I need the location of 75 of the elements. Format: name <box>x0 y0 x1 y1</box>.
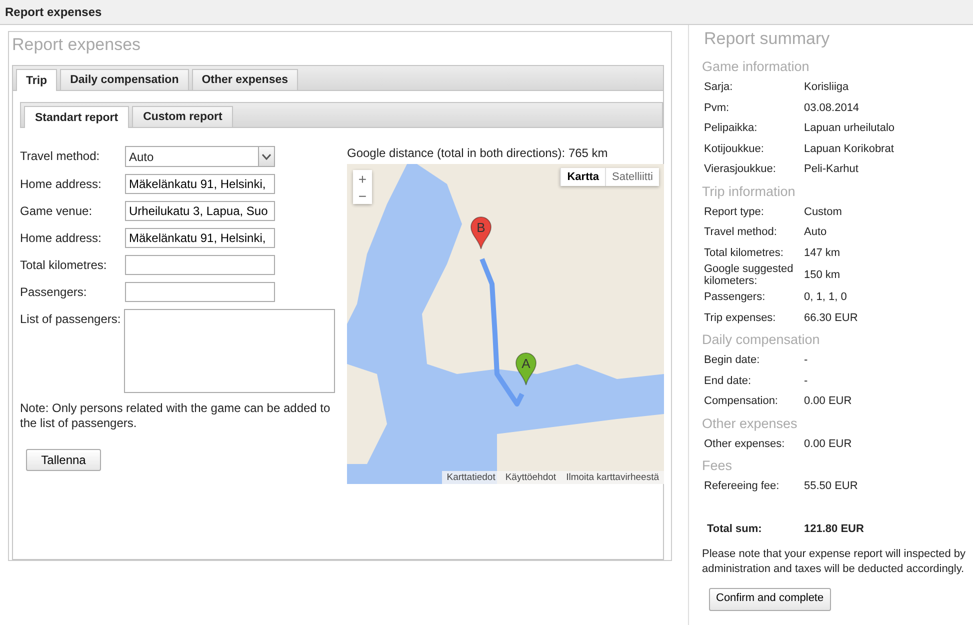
summary-value: 0, 1, 1, 0 <box>804 291 847 304</box>
summary-value: 0.00 EUR <box>804 438 852 450</box>
map-footer-link[interactable]: Käyttöehdot <box>505 472 556 483</box>
window-title: Report expenses <box>5 5 102 19</box>
summary-value: Lapuan Korikobrat <box>804 142 894 155</box>
summary-value: Korisliiga <box>804 81 849 94</box>
summary-value: Auto <box>804 226 827 238</box>
total-value: 121.80 EUR <box>804 522 864 534</box>
section-title: Fees <box>702 458 734 473</box>
tab[interactable]: Custom report <box>132 106 234 127</box>
field-label: Travel method: <box>20 148 101 165</box>
section-title: Other expenses <box>702 416 798 430</box>
summary-value: - <box>804 374 808 387</box>
save-button[interactable]: Tallenna <box>26 449 101 471</box>
zoom-out-button[interactable]: − <box>353 187 372 204</box>
note-text: Note: Only persons related with the game can be added to the list of passengers. <box>20 401 332 431</box>
summary-value: - <box>804 354 808 366</box>
distance-text: Google distance (total in both directions): 765 km <box>347 146 609 160</box>
summary-label: End date: <box>704 374 752 387</box>
summary-label: Report type: <box>704 206 765 218</box>
summary-label: Travel method: <box>704 226 778 238</box>
summary-label: Pelipaikka: <box>704 122 758 134</box>
panel-heading: Report expenses <box>12 35 142 55</box>
summary-label: Vierasjoukkue: <box>704 163 777 176</box>
map-footer-link[interactable]: Ilmoita karttavirheestä <box>566 472 659 483</box>
summary-label: Pvm: <box>704 102 730 114</box>
section-title: Daily compensation <box>702 332 821 347</box>
summary-value: Lapuan urheilutalo <box>804 122 895 134</box>
confirm-button[interactable]: Confirm and complete <box>709 588 831 610</box>
input-field[interactable]: Mäkelänkatu 91, Helsinki, <box>125 174 275 194</box>
tab[interactable]: Trip <box>16 69 58 91</box>
section-title: Game information <box>702 59 810 74</box>
section-title: Trip information <box>702 184 796 198</box>
total-label: Total sum: <box>707 522 763 534</box>
summary-label: Sarja: <box>704 81 734 94</box>
field-label: Home address: <box>20 176 102 193</box>
summary-value: 0.00 EUR <box>804 395 852 408</box>
summary-label: Total kilometres: <box>704 246 784 259</box>
summary-value: 147 km <box>804 246 840 259</box>
tab[interactable]: Standart report <box>24 106 130 128</box>
tab[interactable]: Daily compensation <box>60 69 189 90</box>
input-field[interactable]: Mäkelänkatu 91, Helsinki, <box>125 228 275 248</box>
summary-label: Kotijoukkue: <box>704 142 765 155</box>
summary-value: 150 km <box>804 269 840 281</box>
summary-label: Trip expenses: <box>704 312 777 324</box>
summary-note: Please note that your expense report will inspected by administration and taxes will be deducted accordingly. <box>702 546 967 576</box>
caret-icon <box>262 154 271 160</box>
input-field[interactable] <box>125 255 275 275</box>
summary-label: Compensation: <box>704 395 779 408</box>
passengers-text-area[interactable] <box>124 309 335 393</box>
zoom-in-button[interactable]: + <box>353 170 372 187</box>
field-label: Total kilometres: <box>20 257 108 274</box>
field-label: List of passengers: <box>20 311 122 328</box>
tab[interactable]: Other expenses <box>192 69 298 90</box>
input-field[interactable] <box>125 282 275 302</box>
summary-value: 66.30 EUR <box>804 312 858 324</box>
travel-method-dropdown[interactable]: Auto <box>125 146 275 167</box>
summary-label: Begin date: <box>704 354 761 366</box>
summary-label: Passengers: <box>704 291 766 304</box>
summary-value: Peli-Karhut <box>804 163 858 176</box>
summary-label: Other expenses: <box>704 438 786 450</box>
field-label: Home address: <box>20 230 102 247</box>
summary-label: Google suggested kilometers: <box>704 263 794 287</box>
summary-label: Refereeing fee: <box>704 480 780 492</box>
summary-heading: Report summary <box>704 29 831 49</box>
field-label: Passengers: <box>20 284 88 301</box>
map-footer-link[interactable]: Karttatiedot <box>446 472 496 483</box>
input-field[interactable]: Urheilukatu 3, Lapua, Suo <box>125 201 275 221</box>
map-marker-icon[interactable]: A <box>515 352 537 386</box>
map-type-button[interactable]: Kartta <box>560 168 606 186</box>
summary-value: Custom <box>804 206 842 218</box>
summary-value: 55.50 EUR <box>804 480 858 492</box>
map-type-button[interactable]: Satelliitti <box>605 168 659 186</box>
summary-value: 03.08.2014 <box>804 102 860 114</box>
field-label: Game venue: <box>20 203 94 220</box>
